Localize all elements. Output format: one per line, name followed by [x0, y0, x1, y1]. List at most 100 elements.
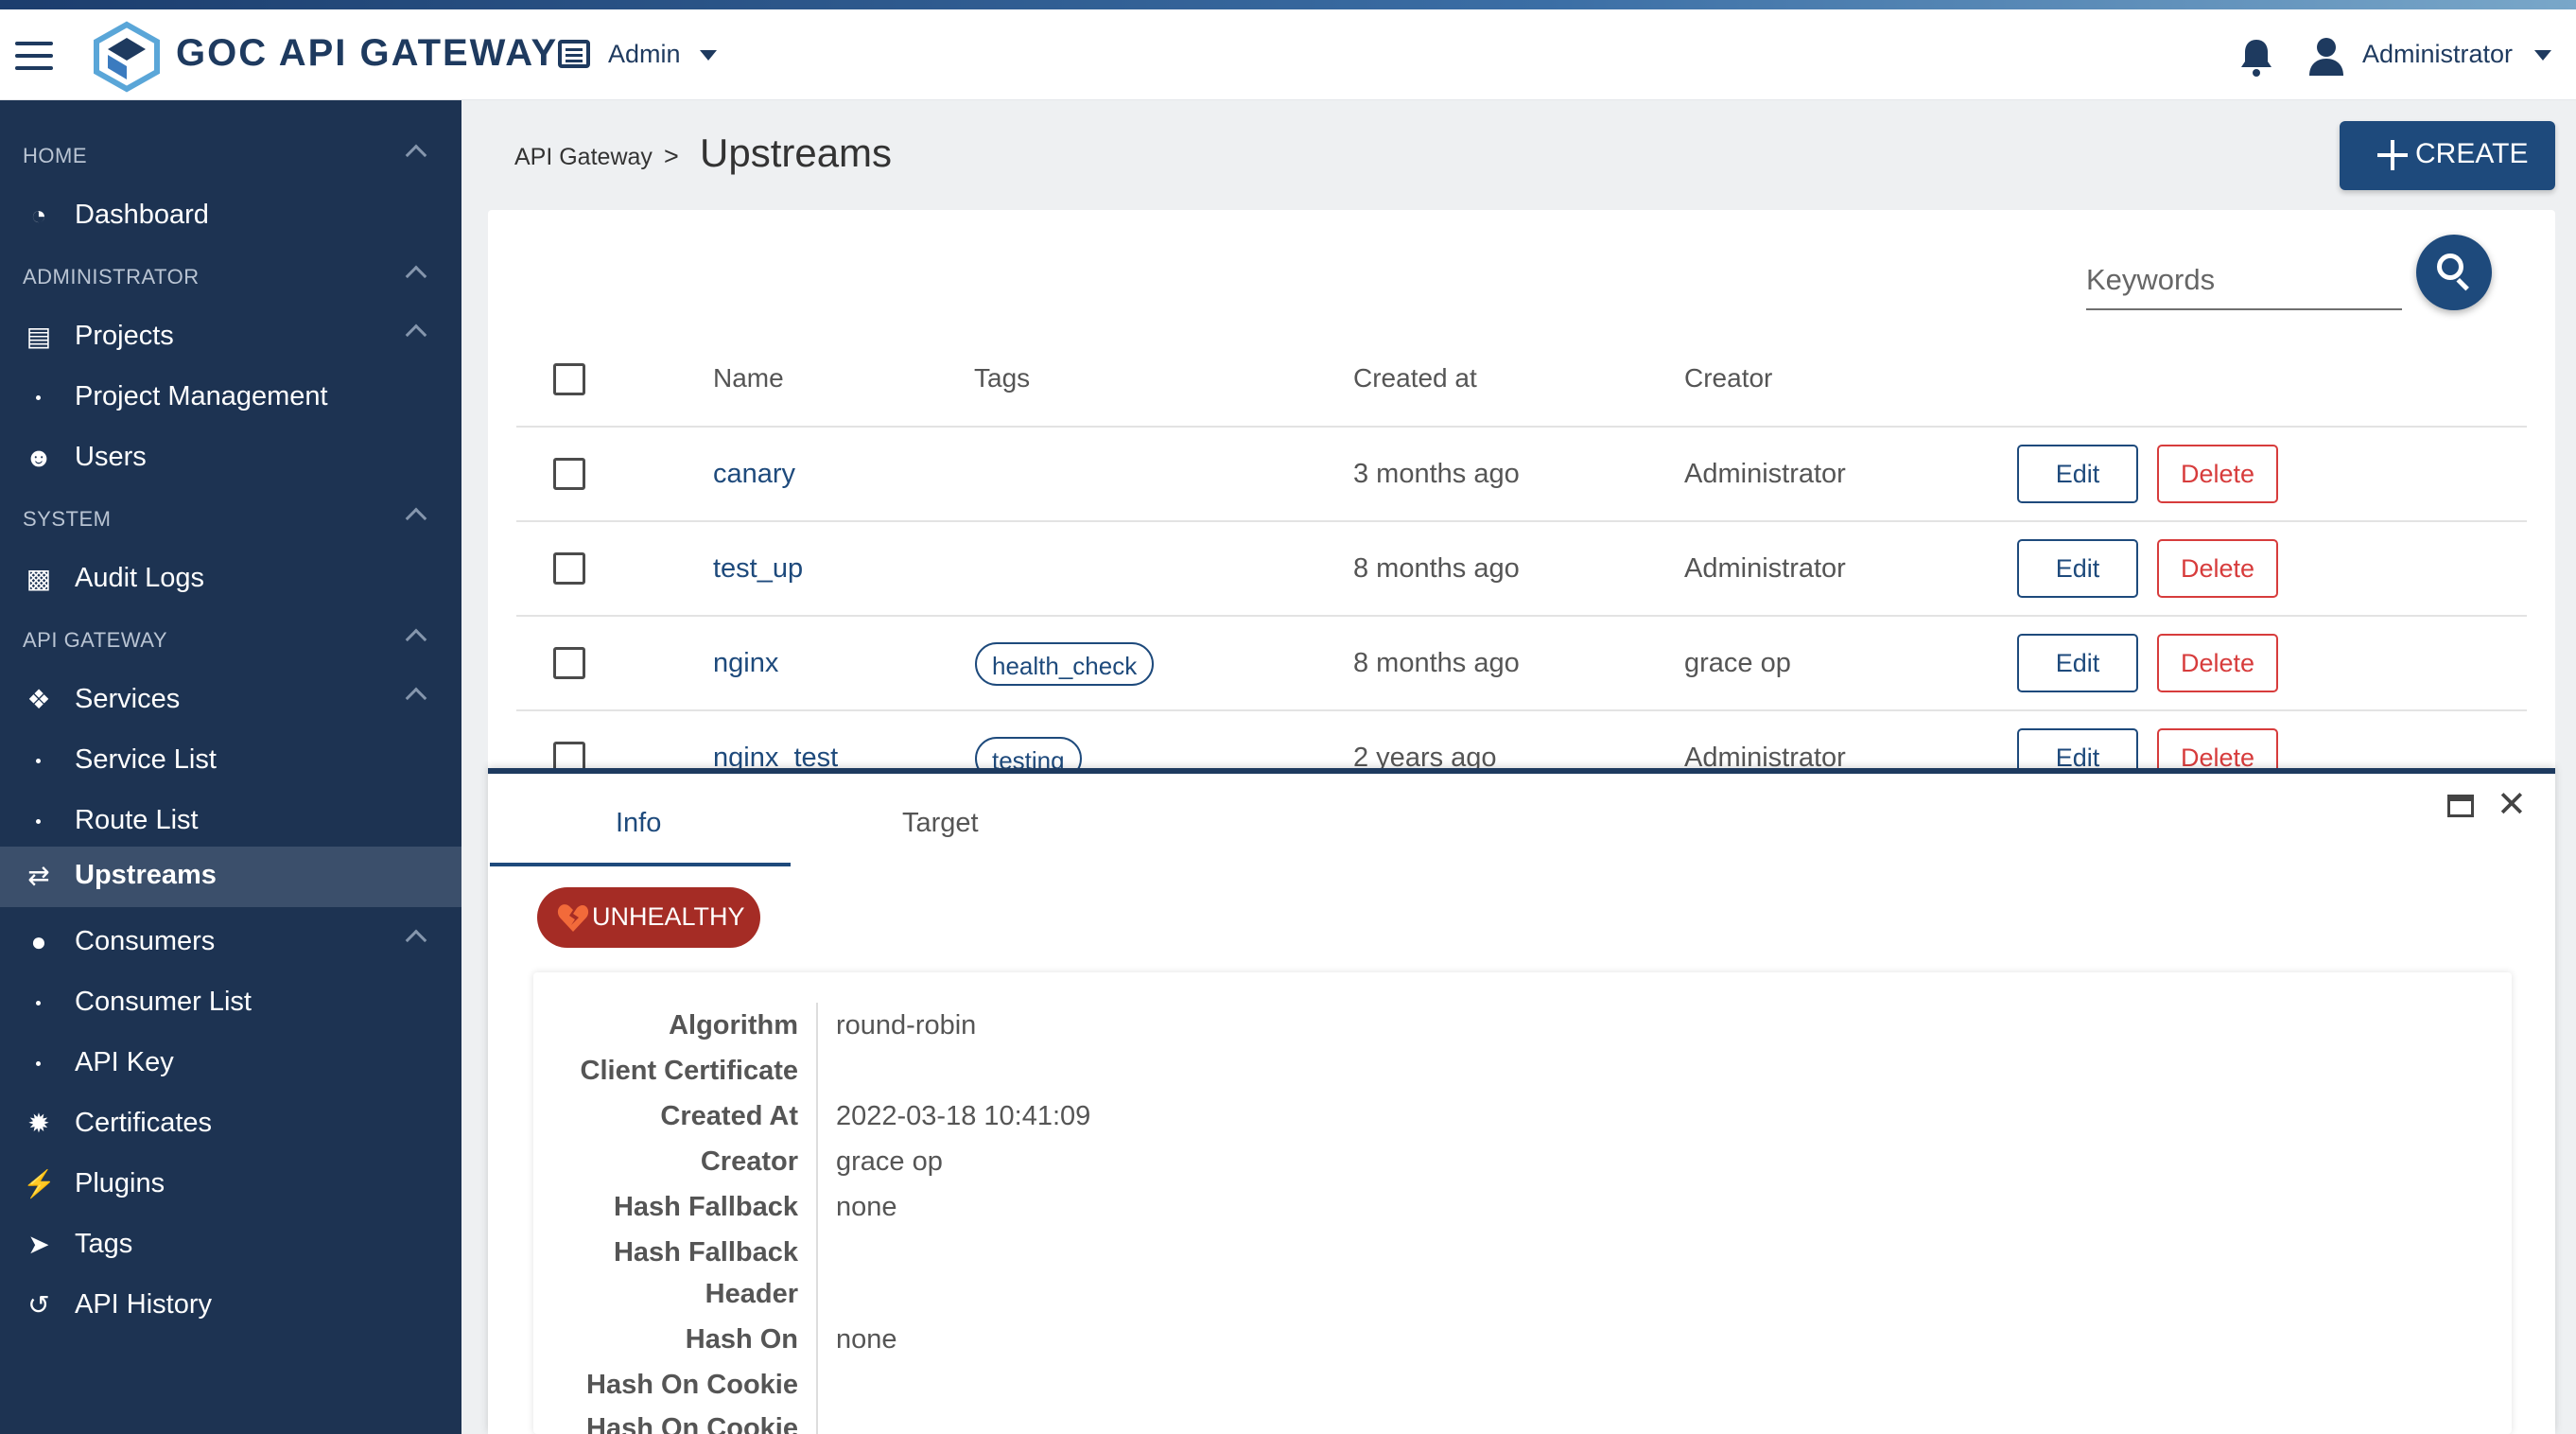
sidebar-item-dashboard[interactable]: ◔ Dashboard	[0, 186, 461, 245]
field-value: none	[836, 1324, 897, 1355]
section-system: SYSTEM	[23, 507, 112, 531]
delete-button[interactable]: Delete	[2157, 445, 2278, 503]
column-header-name[interactable]: Name	[713, 363, 784, 393]
row-divider	[516, 709, 2527, 711]
certificate-icon: ✹	[27, 1109, 50, 1138]
tag-chip[interactable]: health_check	[975, 642, 1155, 686]
field-value: none	[836, 1192, 897, 1222]
row-divider	[516, 615, 2527, 617]
field-label: Algorithm	[669, 1010, 798, 1041]
sidebar-item-users[interactable]: ☻ Users	[0, 428, 461, 487]
tab-info[interactable]: Info	[616, 808, 661, 839]
search-input[interactable]: Keywords	[2086, 257, 2402, 310]
sidebar-item-upstreams[interactable]: ⇄ Upstreams	[0, 847, 461, 907]
menu-icon[interactable]	[15, 42, 53, 70]
info-details-card	[533, 972, 2512, 1434]
collapse-chevron-icon[interactable]	[405, 507, 427, 530]
creator-cell: Administrator	[1684, 553, 1846, 584]
section-home: HOME	[23, 144, 87, 167]
created-at-cell: 8 months ago	[1353, 648, 1520, 678]
sidebar-item-projects[interactable]: ▤ Projects	[0, 307, 461, 366]
bullet-icon	[36, 1001, 41, 1006]
sidebar-item-api-history[interactable]: ↺ API History	[0, 1276, 461, 1335]
collapse-chevron-icon[interactable]	[405, 628, 427, 651]
field-value: grace op	[836, 1146, 943, 1177]
field-label: Header	[705, 1279, 798, 1309]
delete-button[interactable]: Delete	[2157, 634, 2278, 692]
column-header-created-at[interactable]: Created at	[1353, 363, 1477, 393]
column-header-creator: Creator	[1684, 363, 1773, 393]
creator-cell: Administrator	[1684, 459, 1846, 489]
collapse-chevron-icon[interactable]	[405, 144, 427, 166]
row-checkbox[interactable]	[553, 552, 585, 585]
field-label: Hash On	[685, 1324, 798, 1355]
edit-button[interactable]: Edit	[2017, 445, 2138, 503]
bullet-icon	[36, 1061, 41, 1066]
breadcrumb-link[interactable]: API Gateway	[514, 144, 653, 171]
maximize-icon[interactable]	[2447, 795, 2474, 817]
plus-icon	[2377, 140, 2408, 170]
top-accent-bar	[0, 0, 2576, 9]
tags-icon: ➤	[27, 1230, 50, 1259]
field-label: Hash On Cookie	[586, 1370, 798, 1400]
create-button[interactable]: CREATE	[2340, 121, 2555, 190]
shuffle-icon: ⇄	[27, 861, 50, 890]
sidebar-item-api-key[interactable]: API Key	[0, 1034, 461, 1093]
top-header: GOC API GATEWAY Admin Administrator	[0, 9, 2576, 100]
row-checkbox[interactable]	[553, 458, 585, 490]
breadcrumb-separator: >	[664, 142, 679, 170]
project-selector-label[interactable]: Admin	[608, 40, 681, 69]
sidebar-item-project-management[interactable]: Project Management	[0, 368, 461, 427]
file-icon: ▩	[26, 564, 52, 593]
sidebar-item-services[interactable]: ❖ Services	[0, 671, 461, 729]
field-label: Created At	[660, 1101, 798, 1131]
sidebar-item-certificates[interactable]: ✹ Certificates	[0, 1094, 461, 1153]
sidebar-item-plugins[interactable]: ⚡ Plugins	[0, 1155, 461, 1214]
bell-icon[interactable]	[2237, 36, 2275, 78]
edit-button[interactable]: Edit	[2017, 634, 2138, 692]
sidebar-item-route-list[interactable]: Route List	[0, 792, 461, 850]
section-administrator: ADMINISTRATOR	[23, 265, 200, 289]
created-at-cell: 8 months ago	[1353, 553, 1520, 584]
sidebar-item-consumer-list[interactable]: Consumer List	[0, 973, 461, 1032]
user-dropdown-icon[interactable]	[2534, 50, 2551, 61]
delete-button[interactable]: Delete	[2157, 539, 2278, 598]
sidebar-item-service-list[interactable]: Service List	[0, 731, 461, 790]
search-button[interactable]	[2416, 235, 2492, 310]
select-all-checkbox[interactable]	[553, 363, 585, 395]
close-icon[interactable]: ✕	[2497, 787, 2527, 823]
brand-title: GOC API GATEWAY	[176, 32, 559, 74]
user-avatar-icon[interactable]	[2307, 36, 2345, 78]
search-icon-handle	[2456, 278, 2469, 291]
section-api-gateway: API GATEWAY	[23, 628, 168, 652]
upstream-name-link[interactable]: nginx	[713, 648, 778, 679]
project-dropdown-icon[interactable]	[700, 50, 717, 61]
status-badge: UNHEALTHY	[537, 887, 760, 948]
label-value-divider	[816, 1003, 818, 1434]
list-icon[interactable]	[558, 40, 590, 68]
field-label: Client Certificate	[580, 1056, 798, 1086]
row-checkbox[interactable]	[553, 647, 585, 679]
sidebar-item-audit-logs[interactable]: ▩ Audit Logs	[0, 550, 461, 608]
dashboard-icon: ◔	[30, 201, 47, 230]
tab-target[interactable]: Target	[902, 808, 979, 839]
sidebar-item-consumers[interactable]: ● Consumers	[0, 913, 461, 971]
user-menu-label[interactable]: Administrator	[2362, 40, 2513, 69]
creator-cell: grace op	[1684, 648, 1791, 678]
user-icon: ●	[30, 927, 47, 956]
history-icon: ↺	[27, 1290, 50, 1320]
field-label: Hash Fallback	[613, 1192, 798, 1222]
field-value: 2022-03-18 10:41:09	[836, 1101, 1091, 1131]
field-label: Creator	[700, 1146, 798, 1177]
upstream-name-link[interactable]: test_up	[713, 553, 803, 585]
plug-icon: ⚡	[23, 1169, 56, 1198]
edit-button[interactable]: Edit	[2017, 539, 2138, 598]
collapse-chevron-icon[interactable]	[405, 265, 427, 288]
field-value: round-robin	[836, 1010, 977, 1041]
page-title: Upstreams	[700, 131, 893, 175]
services-icon: ❖	[26, 685, 51, 714]
sidebar-item-tags[interactable]: ➤ Tags	[0, 1215, 461, 1274]
upstream-name-link[interactable]: canary	[713, 459, 795, 490]
bullet-icon	[36, 395, 41, 400]
field-label: Hash Fallback	[613, 1237, 798, 1268]
